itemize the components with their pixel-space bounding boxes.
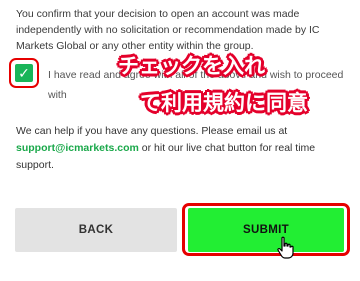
back-button[interactable]: BACK bbox=[15, 208, 177, 252]
confirmation-text: You confirm that your decision to open a… bbox=[16, 8, 320, 52]
agree-checkbox[interactable]: ✓ bbox=[15, 64, 33, 82]
help-text-prefix: We can help if you have any questions. P… bbox=[16, 125, 288, 137]
checkbox-highlight: ✓ bbox=[9, 58, 39, 88]
annotation-line-1: チェックを入れ bbox=[118, 54, 265, 78]
help-text: We can help if you have any questions. P… bbox=[16, 123, 352, 174]
submit-button[interactable]: SUBMIT bbox=[188, 208, 344, 252]
hand-pointer-icon bbox=[277, 236, 294, 259]
support-email-link[interactable]: support@icmarkets.com bbox=[16, 142, 139, 154]
annotation-line-2: て利用規約に同意 bbox=[140, 91, 308, 115]
checkmark-icon: ✓ bbox=[18, 65, 30, 81]
